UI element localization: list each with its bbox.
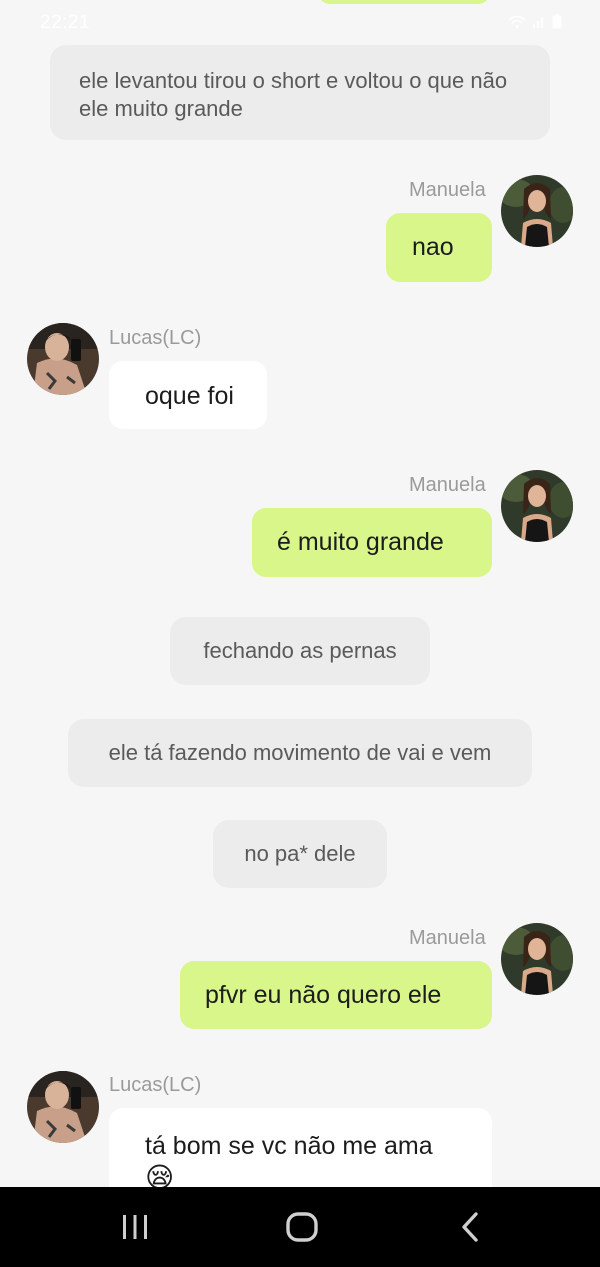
manuela-avatar[interactable] <box>501 923 573 995</box>
incoming-message-bubble[interactable]: oque foi <box>109 361 267 429</box>
lucas-avatar[interactable] <box>27 323 99 395</box>
message-text: nao <box>412 233 454 261</box>
narration-text: ele tá fazendo movimento de vai e vem <box>108 740 492 765</box>
home-button[interactable] <box>278 1205 326 1249</box>
navigation-bar <box>0 1187 600 1267</box>
signal-icon <box>533 17 543 28</box>
home-icon <box>286 1212 318 1242</box>
sender-name-lucas: Lucas(LC) <box>109 327 202 349</box>
manuela-avatar-image <box>501 470 573 542</box>
back-icon <box>462 1212 478 1242</box>
narration-text: no pa* dele <box>244 841 356 866</box>
lucas-avatar-image <box>27 323 99 395</box>
message-text: oque foi <box>145 382 234 410</box>
message-text: tá bom se vc não me ama <box>145 1132 433 1160</box>
lucas-avatar[interactable] <box>27 1071 99 1143</box>
manuela-avatar-image <box>501 175 573 247</box>
narration-text: ele levantou tirou o short e voltou o qu… <box>79 68 508 121</box>
lucas-avatar-image <box>27 1071 99 1143</box>
status-icons <box>508 14 562 29</box>
incoming-message-bubble[interactable]: tá bom se vc não me ama 😪 <box>109 1108 492 1187</box>
manuela-avatar-image <box>501 923 573 995</box>
status-time: 22:21 <box>40 12 91 33</box>
outgoing-message-bubble[interactable]: nao <box>386 213 492 282</box>
manuela-avatar[interactable] <box>501 175 573 247</box>
narration-bubble: no pa* dele <box>213 820 387 888</box>
message-text: pfvr eu não quero ele <box>205 980 442 1009</box>
sender-name-manuela: Manuela <box>409 179 486 201</box>
wifi-icon <box>508 15 526 28</box>
narration-bubble: ele levantou tirou o short e voltou o qu… <box>50 45 550 140</box>
narration-text: fechando as pernas <box>203 638 397 663</box>
recent-apps-button[interactable] <box>111 1205 159 1249</box>
outgoing-message-bubble[interactable]: pfvr eu não quero ele <box>180 961 492 1029</box>
manuela-avatar[interactable] <box>501 470 573 542</box>
sender-name-manuela: Manuela <box>409 474 486 496</box>
narration-bubble: ele tá fazendo movimento de vai e vem <box>68 719 532 787</box>
narration-bubble: fechando as pernas <box>170 617 430 685</box>
message-text: é muito grande <box>277 528 444 556</box>
recent-apps-icon <box>123 1215 147 1239</box>
sender-name-lucas: Lucas(LC) <box>109 1074 202 1096</box>
sender-name-manuela: Manuela <box>409 927 486 949</box>
chat-screen: 22:21 ele levantou tirou o short e volto… <box>0 0 600 1187</box>
back-button[interactable] <box>446 1205 494 1249</box>
battery-icon <box>552 14 562 29</box>
sleepy-face-emoji: 😪 <box>145 1162 175 1187</box>
partial-outgoing-bubble <box>318 0 490 4</box>
outgoing-message-bubble[interactable]: é muito grande <box>252 508 492 577</box>
